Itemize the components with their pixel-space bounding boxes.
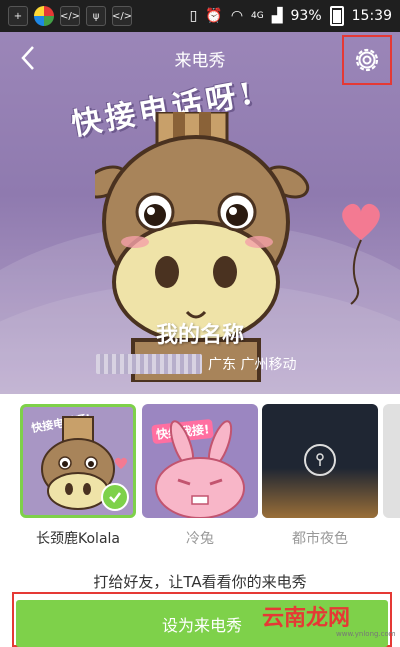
call-preview: 来电秀 快接电话呀! 我的名称 广东 广州移动 xyxy=(0,32,400,394)
watermark-logo: 云南龙网 xyxy=(262,606,351,631)
theme-label: 冷兔 xyxy=(186,531,214,547)
add-icon: + xyxy=(8,6,28,26)
theme-label: 都市夜色 xyxy=(292,531,348,547)
caller-info: 广东 广州移动 xyxy=(96,354,296,374)
hint-text: 打给好友，让TA看看你的来电秀 xyxy=(93,573,307,591)
caller-name: 我的名称 xyxy=(155,323,244,348)
theme-list: 快接电话呀! 快给我接! xyxy=(0,404,400,554)
theme-thumbnail-city-night[interactable] xyxy=(262,404,378,518)
status-bar: + </> ψ </> ▯ ⏰ ◠ 4G ▟ 93% 15:39 xyxy=(0,0,400,32)
theme-thumbnail-lengtu[interactable]: 快给我接! xyxy=(142,404,258,518)
rabbit-thumbnail-image xyxy=(155,420,245,518)
wifi-icon: ◠ xyxy=(230,8,244,24)
gear-icon xyxy=(355,48,379,72)
usb-icon: ψ xyxy=(86,6,106,26)
theme-label: 长颈鹿Kolala xyxy=(36,531,120,547)
theme-thumbnail-partial[interactable] xyxy=(383,404,400,518)
settings-button[interactable] xyxy=(342,35,392,85)
code-icon: </> xyxy=(60,6,80,26)
play-icon xyxy=(304,444,336,476)
signal-icon: ▟ xyxy=(271,8,283,24)
app-icon xyxy=(34,6,54,26)
battery-level: 93% xyxy=(290,8,322,24)
clock: 15:39 xyxy=(351,8,392,24)
selected-check-icon xyxy=(101,483,129,511)
watermark-url: www.ynlong.com xyxy=(336,630,396,638)
masked-phone-number xyxy=(96,354,202,374)
code-icon: </> xyxy=(112,6,132,26)
page-title: 来电秀 xyxy=(174,51,226,71)
theme-thumbnail-kolala[interactable]: 快接电话呀! xyxy=(20,404,136,518)
caller-location: 广东 广州移动 xyxy=(208,357,297,373)
vibrate-icon: ▯ xyxy=(189,8,198,24)
battery-icon xyxy=(329,6,344,26)
alarm-icon: ⏰ xyxy=(205,8,223,24)
notification-icons: + </> ψ </> xyxy=(8,6,132,26)
system-icons: ▯ ⏰ ◠ 4G ▟ 93% 15:39 xyxy=(190,6,392,26)
heart-icon xyxy=(342,203,380,305)
network-type: 4G xyxy=(251,11,264,21)
